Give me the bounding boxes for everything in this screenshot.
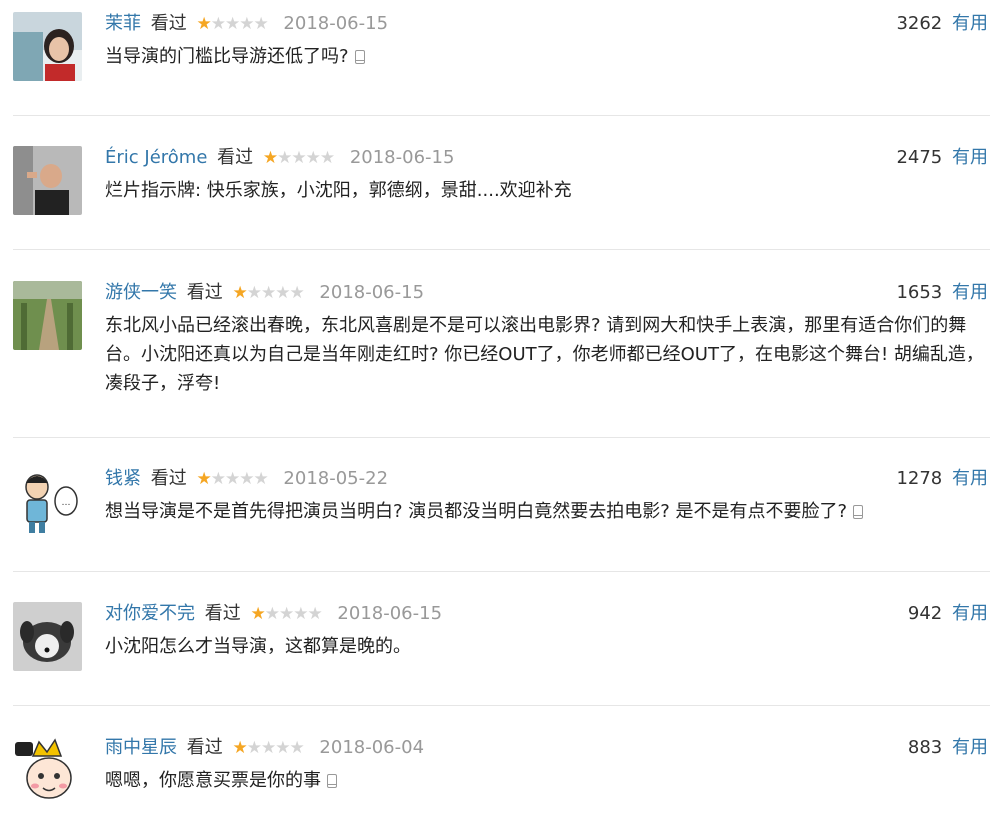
author-link[interactable]: 对你爱不完 [105,603,195,624]
vote-area: 942 有用 [908,600,988,628]
mobile-phone-icon [853,505,864,519]
rating-stars: ★★★★★ [262,144,335,172]
comment-header: Éric Jérôme 看过 ★★★★★ 2018-06-15 2475 有用 [105,144,988,172]
star-icon-empty: ★★★★ [264,604,323,624]
rating-stars: ★★★★★ [250,600,323,628]
avatar[interactable] [13,602,82,671]
star-icon-filled: ★ [262,148,278,168]
rating-stars: ★★★★★ [196,465,269,493]
comment-text: 小沈阳怎么才当导演，这都算是晚的。 [105,636,411,657]
author-link[interactable]: 游侠一笑 [105,282,177,303]
user-avatar-photo-icon [13,281,82,350]
user-avatar-photo-icon [13,146,82,215]
comment-text: 当导演的门槛比导游还低了吗? [105,46,349,67]
watch-status: 看过 [150,468,187,489]
watch-status: 看过 [150,13,187,34]
author-link[interactable]: Éric Jérôme [105,147,207,168]
comment-text: 烂片指示牌: 快乐家族，小沈阳，郭德纲，景甜....欢迎补充 [105,180,572,201]
comment-header: 游侠一笑 看过 ★★★★★ 2018-06-15 1653 有用 [105,279,988,307]
comment-date: 2018-06-15 [283,13,389,34]
divider [13,437,990,438]
star-icon-empty: ★★★★ [210,14,269,34]
comment-date: 2018-06-15 [349,147,455,168]
divider [13,249,990,250]
rating-stars: ★★★★★ [232,734,305,762]
useful-button[interactable]: 有用 [952,282,988,303]
avatar[interactable] [13,12,82,81]
comment-body: 烂片指示牌: 快乐家族，小沈阳，郭德纲，景甜....欢迎补充 [105,176,990,205]
mobile-phone-icon [327,774,337,788]
watch-status: 看过 [217,147,254,168]
useful-button[interactable]: 有用 [952,468,988,489]
user-avatar-cartoon-icon: … [13,467,82,536]
watch-status: 看过 [186,282,223,303]
comment-body: 当导演的门槛比导游还低了吗? [105,42,990,71]
divider [13,705,990,706]
comment-header: 茉菲 看过 ★★★★★ 2018-06-15 3262 有用 [105,10,988,38]
comment-body: 东北风小品已经滚出春晚，东北风喜剧是不是可以滚出电影界? 请到网大和快手上表演，… [105,311,990,398]
vote-count: 2475 [896,147,943,168]
useful-button[interactable]: 有用 [952,147,988,168]
author-link[interactable]: 钱紧 [105,468,141,489]
user-avatar-dog-icon [13,602,82,671]
divider [13,115,990,116]
comment-list: 茉菲 看过 ★★★★★ 2018-06-15 3262 有用 当导演的门槛比导游… [0,0,1000,817]
vote-count: 3262 [896,13,943,34]
vote-area: 883 有用 [908,734,988,762]
vote-count: 1278 [896,468,943,489]
divider [13,571,990,572]
comment-text: 东北风小品已经滚出春晚，东北风喜剧是不是可以滚出电影界? 请到网大和快手上表演，… [105,315,984,394]
vote-count: 1653 [896,282,943,303]
comment-header: 钱紧 看过 ★★★★★ 2018-05-22 1278 有用 [105,465,988,493]
vote-area: 2475 有用 [896,144,988,172]
star-icon-filled: ★ [196,14,211,34]
comment-body: 想当导演是不是首先得把演员当明白? 演员都没当明白竟然要去拍电影? 是不是有点不… [105,497,990,526]
star-icon-filled: ★ [196,469,211,489]
mobile-phone-icon [354,50,365,64]
useful-button[interactable]: 有用 [952,603,988,624]
svg-text:…: … [62,498,71,508]
comment-header: 对你爱不完 看过 ★★★★★ 2018-06-15 942 有用 [105,600,988,628]
author-link[interactable]: 茉菲 [105,13,141,34]
avatar[interactable]: … [13,467,82,536]
star-icon-filled: ★ [250,604,265,624]
comment-text: 嗯嗯，你愿意买票是你的事 [105,770,321,791]
star-icon-empty: ★★★★ [246,738,305,758]
star-icon-filled: ★ [232,738,247,758]
vote-count: 942 [907,603,943,624]
comment-body: 小沈阳怎么才当导演，这都算是晚的。 [105,632,990,661]
vote-area: 3262 有用 [896,10,988,38]
user-avatar-cartoon-icon [13,736,82,805]
comment-body: 嗯嗯，你愿意买票是你的事 [105,766,990,795]
rating-stars: ★★★★★ [232,279,305,307]
star-icon-filled: ★ [232,283,247,303]
avatar[interactable] [13,281,82,350]
vote-area: 1653 有用 [896,279,988,307]
comment-date: 2018-06-15 [319,282,425,303]
watch-status: 看过 [186,737,223,758]
comment-header: 雨中星辰 看过 ★★★★★ 2018-06-04 883 有用 [105,734,988,762]
avatar[interactable] [13,736,82,805]
comment-text: 想当导演是不是首先得把演员当明白? 演员都没当明白竟然要去拍电影? 是不是有点不… [105,501,848,522]
author-link[interactable]: 雨中星辰 [105,737,177,758]
comment-date: 2018-06-04 [319,737,425,758]
star-icon-empty: ★★★★ [277,148,335,168]
star-icon-empty: ★★★★ [246,283,305,303]
comment-date: 2018-05-22 [283,468,389,489]
useful-button[interactable]: 有用 [952,13,988,34]
user-avatar-photo-icon [13,12,82,81]
star-icon-empty: ★★★★ [210,469,269,489]
avatar[interactable] [13,146,82,215]
rating-stars: ★★★★★ [196,10,269,38]
watch-status: 看过 [204,603,241,624]
useful-button[interactable]: 有用 [952,737,988,758]
vote-area: 1278 有用 [896,465,988,493]
vote-count: 883 [907,737,943,758]
comment-date: 2018-06-15 [337,603,443,624]
